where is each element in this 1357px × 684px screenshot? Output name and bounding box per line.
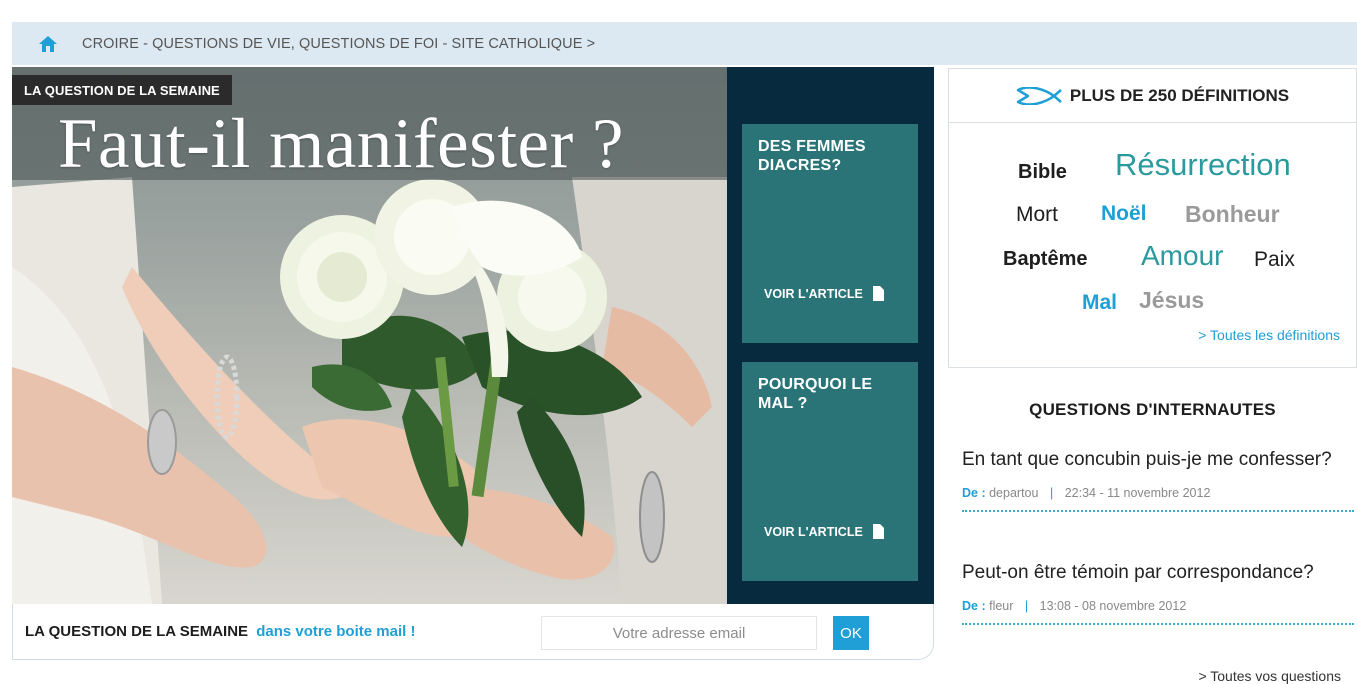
hero-banner: LA QUESTION DE LA SEMAINE Faut-il manife… bbox=[12, 67, 934, 604]
newsletter-label-blue: dans votre boite mail ! bbox=[256, 623, 416, 640]
question-title[interactable]: En tant que concubin puis-je me confesse… bbox=[962, 450, 1342, 470]
questions-header: QUESTIONS D'INTERNAUTES bbox=[1029, 400, 1276, 419]
meta-separator: | bbox=[1049, 486, 1054, 500]
tag-bonheur[interactable]: Bonheur bbox=[1185, 201, 1280, 228]
newsletter-label-bold: LA QUESTION DE LA SEMAINE bbox=[25, 623, 249, 640]
tag-resurrection[interactable]: Résurrection bbox=[1115, 147, 1291, 183]
all-questions-link[interactable]: > Toutes vos questions bbox=[1198, 668, 1341, 684]
read-article-link[interactable]: VOIR L'ARTICLE bbox=[764, 524, 884, 539]
definitions-header: PLUS DE 250 DÉFINITIONS bbox=[949, 69, 1356, 123]
question-meta: De : fleur | 13:08 - 08 novembre 2012 bbox=[962, 599, 1342, 613]
read-article-link[interactable]: VOIR L'ARTICLE bbox=[764, 286, 884, 301]
question-date: 13:08 - 08 novembre 2012 bbox=[1039, 599, 1187, 613]
article-card[interactable]: POURQUOI LE MAL ? VOIR L'ARTICLE bbox=[742, 362, 918, 581]
subscribe-button[interactable]: OK bbox=[833, 616, 869, 650]
tag-jesus[interactable]: Jésus bbox=[1139, 287, 1204, 314]
email-input[interactable] bbox=[541, 616, 817, 650]
article-card-title[interactable]: POURQUOI LE MAL ? bbox=[758, 375, 906, 413]
tag-mort[interactable]: Mort bbox=[1016, 203, 1058, 227]
question-title[interactable]: Peut-on être témoin par correspondance? bbox=[962, 563, 1342, 583]
tag-mal[interactable]: Mal bbox=[1082, 291, 1117, 315]
dotted-divider bbox=[962, 623, 1354, 625]
definitions-box: PLUS DE 250 DÉFINITIONS Bible Résurrecti… bbox=[948, 68, 1357, 368]
article-card[interactable]: DES FEMMES DIACRES? VOIR L'ARTICLE bbox=[742, 124, 918, 343]
author-label: De : bbox=[962, 486, 986, 500]
author-label: De : bbox=[962, 599, 986, 613]
breadcrumb-link[interactable]: CROIRE - QUESTIONS DE VIE, QUESTIONS DE … bbox=[82, 36, 595, 52]
tag-noel[interactable]: Noël bbox=[1101, 202, 1147, 226]
breadcrumb: CROIRE - QUESTIONS DE VIE, QUESTIONS DE … bbox=[12, 22, 1357, 65]
question-item[interactable]: En tant que concubin puis-je me confesse… bbox=[962, 450, 1354, 512]
fish-icon bbox=[1016, 86, 1062, 105]
newsletter-label: LA QUESTION DE LA SEMAINE dans votre boi… bbox=[25, 623, 415, 640]
question-meta: De : departou | 22:34 - 11 novembre 2012 bbox=[962, 486, 1342, 500]
question-of-week-tag: LA QUESTION DE LA SEMAINE bbox=[12, 75, 232, 105]
definitions-title: PLUS DE 250 DÉFINITIONS bbox=[1069, 85, 1290, 105]
hero-side-panel: DES FEMMES DIACRES? VOIR L'ARTICLE POURQ… bbox=[727, 67, 934, 604]
question-date: 22:34 - 11 novembre 2012 bbox=[1064, 486, 1211, 500]
document-icon bbox=[872, 524, 884, 539]
home-icon[interactable] bbox=[38, 35, 58, 53]
question-author: departou bbox=[989, 486, 1039, 500]
newsletter-bar: LA QUESTION DE LA SEMAINE dans votre boi… bbox=[12, 604, 934, 660]
tag-paix[interactable]: Paix bbox=[1254, 248, 1295, 272]
tag-amour[interactable]: Amour bbox=[1141, 240, 1223, 272]
read-article-label: VOIR L'ARTICLE bbox=[764, 286, 863, 301]
meta-separator: | bbox=[1024, 599, 1029, 613]
read-article-label: VOIR L'ARTICLE bbox=[764, 524, 863, 539]
dotted-divider bbox=[962, 510, 1354, 512]
tag-bible[interactable]: Bible bbox=[1018, 161, 1067, 184]
hero-title[interactable]: Faut-il manifester ? bbox=[58, 109, 624, 180]
document-icon bbox=[872, 286, 884, 301]
question-author: fleur bbox=[989, 599, 1014, 613]
all-definitions-link[interactable]: > Toutes les définitions bbox=[1198, 327, 1340, 343]
article-card-title[interactable]: DES FEMMES DIACRES? bbox=[758, 137, 906, 175]
tag-cloud: Bible Résurrection Mort Noël Bonheur Bap… bbox=[949, 123, 1356, 369]
question-item[interactable]: Peut-on être témoin par correspondance? … bbox=[962, 563, 1354, 625]
tag-bapteme[interactable]: Baptême bbox=[1003, 248, 1087, 271]
